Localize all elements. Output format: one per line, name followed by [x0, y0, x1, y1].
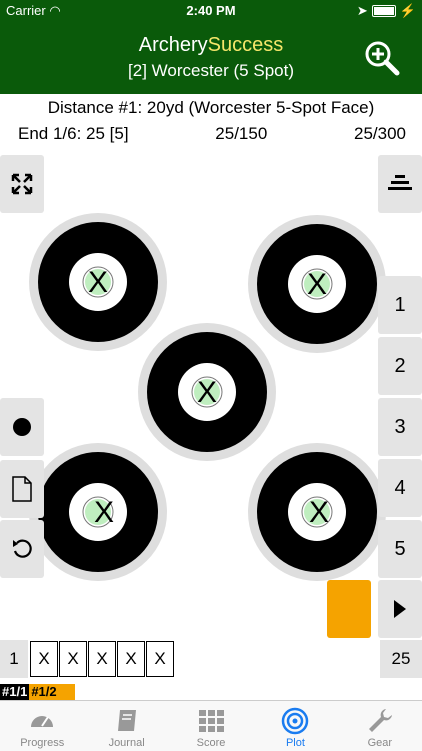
target-spot-bottom-left[interactable]: X — [28, 442, 168, 582]
target-plot-area[interactable]: X X X X X 1 2 3 4 5 — [0, 152, 422, 638]
spot-button-5[interactable]: 5 — [378, 520, 422, 578]
round-subtitle: [2] Worcester (5 Spot) — [128, 61, 294, 80]
app-header: ArcherySuccess [2] Worcester (5 Spot) — [0, 22, 422, 94]
arrow-score-box[interactable]: X — [146, 641, 174, 677]
book-icon — [117, 710, 136, 731]
end-score-row: 1 X X X X X 25 — [0, 640, 422, 680]
end-total: 25 — [380, 640, 422, 678]
undo-button[interactable] — [0, 520, 44, 578]
round-selector: #1/1 #1/2 — [0, 684, 76, 700]
selector-tag-active[interactable]: #1/1 — [0, 684, 30, 700]
spot-button-3[interactable]: 3 — [378, 398, 422, 456]
arrow-color-swatch[interactable] — [327, 580, 371, 638]
arrow-score-box[interactable]: X — [30, 641, 58, 677]
round-info: Distance #1: 20yd (Worcester 5-Spot Face… — [0, 94, 422, 152]
spot-button-2[interactable]: 2 — [378, 337, 422, 395]
dot-icon — [13, 418, 31, 436]
spot-button-1[interactable]: 1 — [378, 276, 422, 334]
arrow-score-box[interactable]: X — [88, 641, 116, 677]
location-icon: ➤ — [356, 3, 368, 18]
next-button[interactable] — [378, 580, 422, 638]
arrow-mark: X — [309, 496, 329, 529]
distance-label: Distance #1: 20yd (Worcester 5-Spot Face… — [47, 98, 375, 117]
arrow-marker-button[interactable] — [0, 398, 44, 456]
arrow-mark: X — [94, 496, 114, 529]
tab-progress[interactable]: Progress — [0, 701, 84, 751]
zoom-in-icon[interactable] — [364, 40, 400, 76]
arrow-mark: X — [88, 266, 108, 299]
expand-icon — [11, 173, 33, 195]
status-icons: ➤ ⚡ — [357, 3, 416, 19]
expand-button[interactable] — [0, 155, 44, 213]
target-icon — [282, 707, 309, 735]
document-icon — [12, 476, 32, 502]
arrow-mark: X — [307, 268, 327, 301]
target-spot-center[interactable]: X — [137, 322, 277, 462]
battery-icon — [371, 5, 396, 17]
gauge-icon — [31, 716, 54, 727]
tab-bar: Progress Journal Score Plot Gear — [0, 700, 422, 751]
arrow-score-box[interactable]: X — [59, 641, 87, 677]
app-title: ArcherySuccess — [138, 34, 284, 56]
end-number: 1 — [0, 640, 28, 678]
undo-icon — [13, 539, 32, 558]
spot-button-4[interactable]: 4 — [378, 459, 422, 517]
running-score: 25/150 — [215, 124, 268, 143]
play-icon — [394, 600, 406, 618]
list-view-button[interactable] — [378, 155, 422, 213]
tab-journal[interactable]: Journal — [84, 701, 168, 751]
notes-button[interactable] — [0, 460, 44, 518]
charging-icon: ⚡ — [399, 3, 416, 18]
grid-icon — [199, 710, 225, 732]
total-score: 25/300 — [354, 124, 406, 143]
tab-score[interactable]: Score — [169, 701, 253, 751]
end-label: End 1/6: 25 [5] — [18, 124, 129, 143]
arrow-score-box[interactable]: X — [117, 641, 145, 677]
wrench-icon — [368, 709, 392, 732]
tab-gear[interactable]: Gear — [338, 701, 422, 751]
tab-plot[interactable]: Plot — [253, 701, 337, 751]
status-bar: Carrier ◠ 2:40 PM ➤ ⚡ — [0, 0, 422, 22]
arrow-mark: X — [197, 376, 217, 409]
selector-tag[interactable]: #1/2 — [29, 684, 76, 700]
target-spot-bottom-right[interactable]: X — [247, 442, 387, 582]
stack-icon — [388, 175, 412, 190]
